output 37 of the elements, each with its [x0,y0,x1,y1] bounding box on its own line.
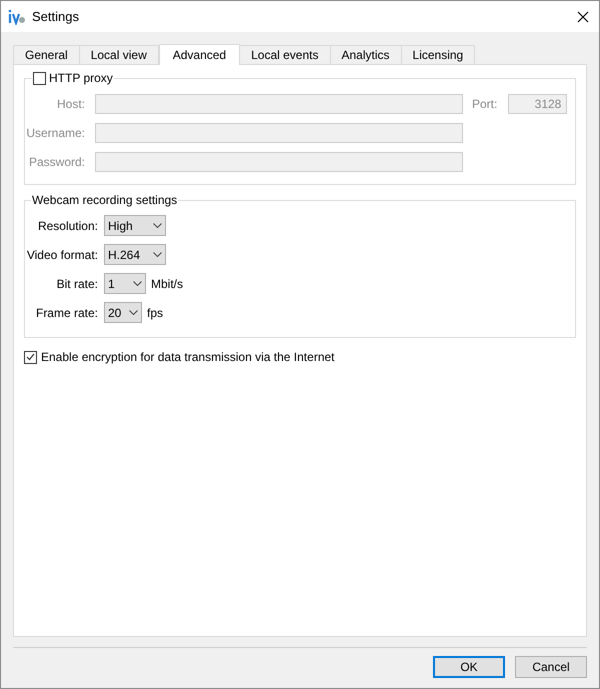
field-label: Video format: [26,246,98,264]
tab[interactable]: Analytics [330,45,402,64]
chevron-down-icon [133,281,142,286]
close-icon[interactable] [577,10,589,22]
window-title: Settings [32,8,79,26]
tab[interactable]: Licensing [400,45,476,64]
unit-label: Mbit/s [151,276,184,292]
field-label: Username: [25,124,85,142]
dropdown[interactable]: High [104,215,166,236]
checkbox[interactable] [24,350,37,364]
password-field[interactable] [95,152,463,172]
dropdown[interactable]: 1 [104,273,146,294]
chevron-down-icon [129,310,138,315]
checkmark-icon [26,353,35,361]
unit-label: fps [147,304,164,322]
dropdown[interactable]: H.264 [104,244,166,265]
group-title: Webcam recording settings [31,192,178,209]
dialog-button[interactable]: OK [433,656,505,678]
host-field[interactable] [95,94,463,114]
field-label: Password: [28,154,85,170]
dialog-button[interactable]: Cancel [515,656,587,678]
checkbox[interactable] [33,72,46,84]
checkbox-label: Enable encryption for data transmission via the Internet [41,349,334,366]
tab[interactable]: Local view [78,45,159,64]
dropdown[interactable]: 20 [104,302,142,323]
checkbox-label: HTTP proxy [49,70,113,87]
field-label: Frame rate: [34,304,98,322]
username-field[interactable] [95,122,463,142]
chevron-down-icon [153,223,162,228]
tab[interactable]: Advanced [158,44,240,65]
tab[interactable]: General [13,45,80,64]
field-label: Bit rate: [56,276,98,292]
chevron-down-icon [153,252,162,257]
field-label: Resolution: [36,218,98,234]
field-label: Host: [56,96,85,112]
field-label: Port: [472,96,498,112]
app-logo-icon [8,8,26,24]
